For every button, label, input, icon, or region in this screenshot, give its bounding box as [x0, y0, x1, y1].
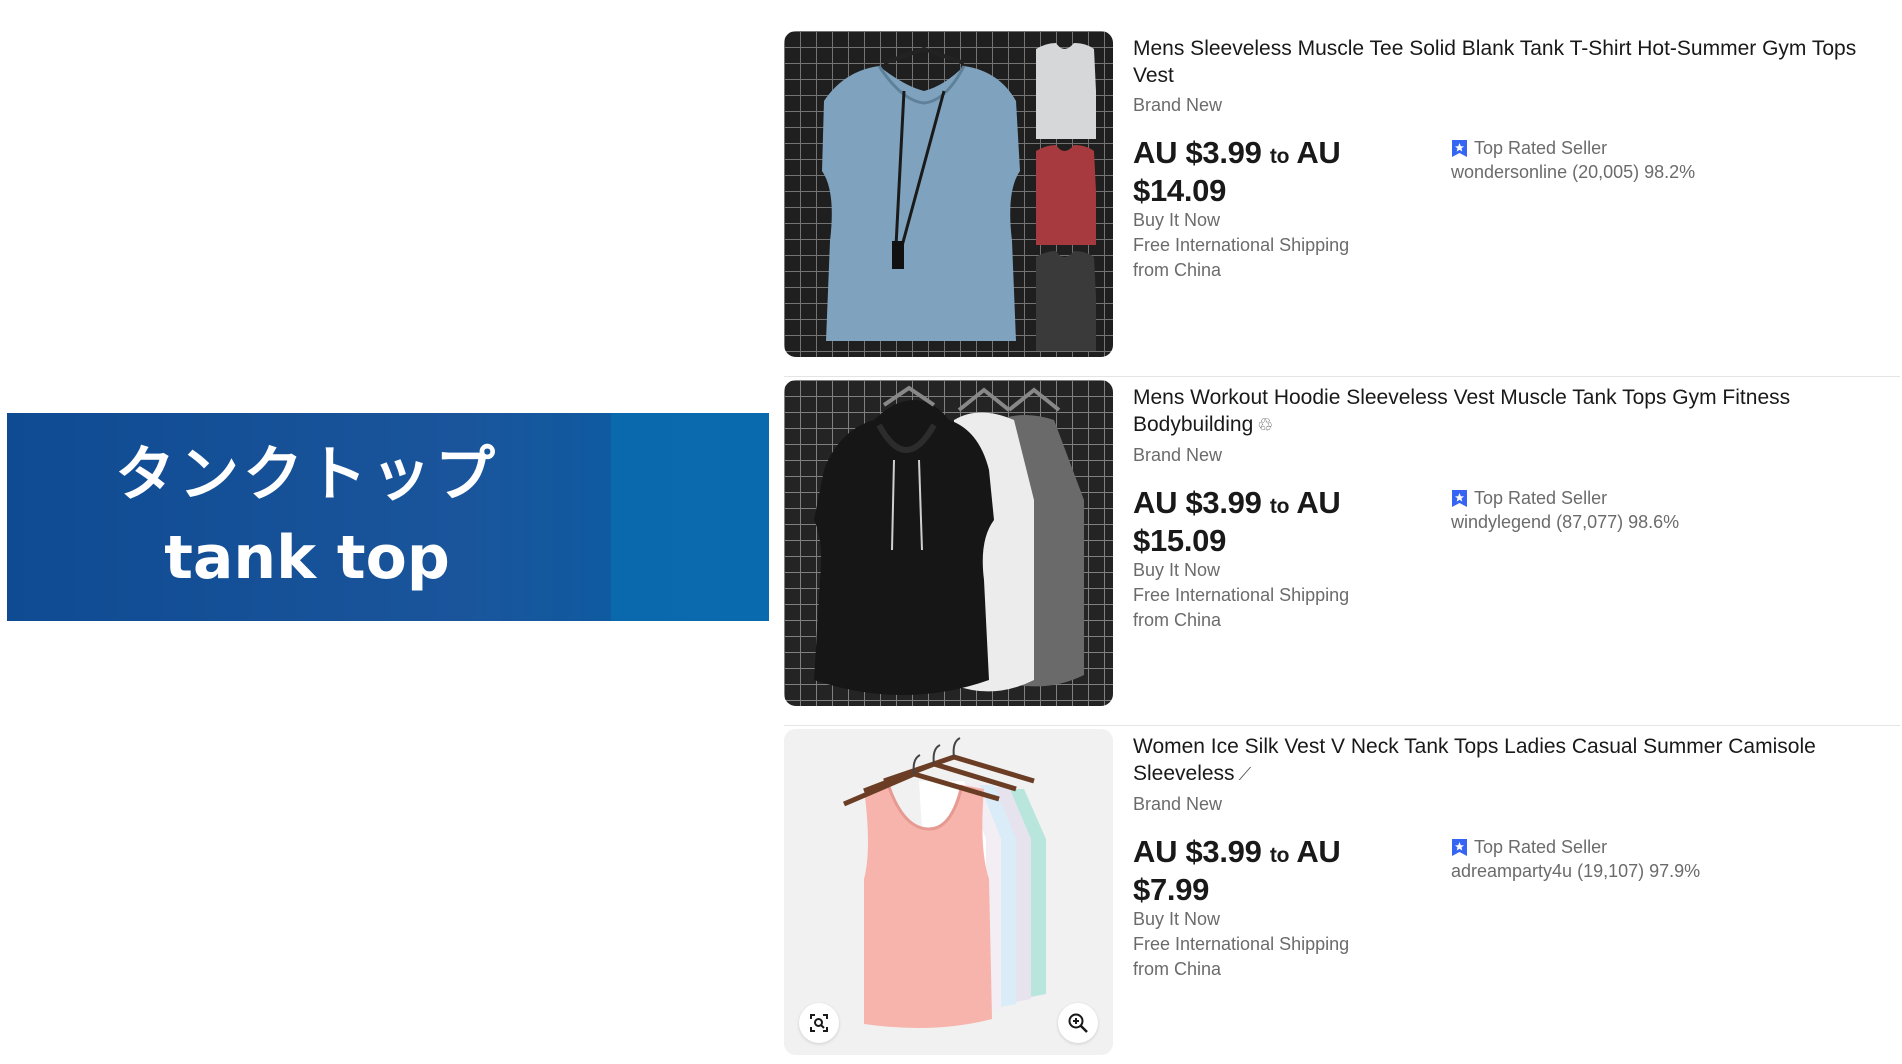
banner-english-text: tank top — [164, 523, 450, 593]
listing-info: Mens Sleeveless Muscle Tee Solid Blank T… — [1133, 31, 1898, 283]
seller-name-rating[interactable]: adreamparty4u (19,107) 97.9% — [1451, 859, 1871, 883]
top-rated-seller-badge: Top Rated Seller — [1451, 136, 1871, 160]
listing-item: Mens Workout Hoodie Sleeveless Vest Musc… — [784, 380, 1900, 726]
price-to: $7.99 — [1133, 872, 1210, 907]
listing-item: Women Ice Silk Vest V Neck Tank Tops Lad… — [784, 729, 1900, 1064]
purchase-format: Buy It Now — [1133, 210, 1221, 230]
price-to: $15.09 — [1133, 523, 1227, 558]
listing-item: Mens Sleeveless Muscle Tee Solid Blank T… — [784, 31, 1900, 377]
top-rated-seller-badge: Top Rated Seller — [1451, 835, 1871, 859]
price-to-prefix: AU — [1296, 834, 1341, 869]
price-to-prefix: AU — [1296, 135, 1341, 170]
seller-name-rating[interactable]: wondersonline (20,005) 98.2% — [1451, 160, 1871, 184]
listing-condition: Brand New — [1133, 95, 1223, 115]
product-image[interactable] — [784, 380, 1113, 706]
top-rated-seller-icon — [1451, 838, 1468, 857]
product-photo-hoodie-tanks — [784, 380, 1113, 706]
shipping-info: Free International Shipping — [1133, 235, 1350, 255]
listing-price: AU $3.99 to AU $7.99 — [1133, 835, 1453, 907]
price-to-word: to — [1269, 844, 1290, 867]
recycle-icon: ♲ — [1257, 415, 1274, 435]
shipping-info: Free International Shipping — [1133, 934, 1350, 954]
top-rated-seller-icon — [1451, 489, 1468, 508]
title-banner: タンクトップ tank top — [7, 413, 769, 621]
item-location: from China — [1133, 260, 1222, 280]
listing-title-text[interactable]: Mens Sleeveless Muscle Tee Solid Blank T… — [1133, 37, 1856, 87]
listing-condition: Brand New — [1133, 794, 1223, 814]
listing-price: AU $3.99 to AU $14.09 — [1133, 136, 1453, 208]
trend-icon: ⟋ — [1238, 764, 1252, 784]
listing-info: Mens Workout Hoodie Sleeveless Vest Musc… — [1133, 380, 1898, 633]
seller-info: Top Rated Seller adreamparty4u (19,107) … — [1451, 835, 1871, 883]
shipping-info: Free International Shipping — [1133, 585, 1350, 605]
purchase-format: Buy It Now — [1133, 909, 1221, 929]
price-from: AU $3.99 — [1133, 834, 1262, 869]
banner-text: タンクトップ tank top — [7, 413, 607, 621]
top-rated-seller-badge: Top Rated Seller — [1451, 486, 1871, 510]
badge-label: Top Rated Seller — [1474, 138, 1608, 158]
price-from: AU $3.99 — [1133, 135, 1262, 170]
zoom-in-icon — [1068, 1013, 1088, 1033]
seller-info: Top Rated Seller windylegend (87,077) 98… — [1451, 486, 1871, 534]
product-image[interactable] — [784, 729, 1113, 1055]
listing-title[interactable]: Women Ice Silk Vest V Neck Tank Tops Lad… — [1133, 733, 1898, 788]
visual-search-icon — [810, 1014, 828, 1032]
listing-title-text[interactable]: Women Ice Silk Vest V Neck Tank Tops Lad… — [1133, 735, 1816, 785]
listing-price: AU $3.99 to AU $15.09 — [1133, 486, 1453, 558]
item-location: from China — [1133, 959, 1222, 979]
badge-label: Top Rated Seller — [1474, 488, 1608, 508]
top-rated-seller-icon — [1451, 139, 1468, 158]
listing-info: Women Ice Silk Vest V Neck Tank Tops Lad… — [1133, 729, 1898, 982]
product-photo-grey-tank — [784, 31, 1113, 357]
listing-condition: Brand New — [1133, 445, 1223, 465]
product-image[interactable] — [784, 31, 1113, 357]
price-to: $14.09 — [1133, 173, 1227, 208]
badge-label: Top Rated Seller — [1474, 837, 1608, 857]
purchase-format: Buy It Now — [1133, 560, 1221, 580]
price-from: AU $3.99 — [1133, 485, 1262, 520]
price-to-word: to — [1269, 495, 1290, 518]
listing-title[interactable]: Mens Sleeveless Muscle Tee Solid Blank T… — [1133, 35, 1898, 89]
zoom-button[interactable] — [1058, 1003, 1098, 1043]
price-to-prefix: AU — [1296, 485, 1341, 520]
price-to-word: to — [1269, 145, 1290, 168]
product-photo-silk-camisoles — [784, 729, 1113, 1055]
item-location: from China — [1133, 610, 1222, 630]
banner-japanese-text: タンクトップ — [115, 440, 499, 510]
visual-search-button[interactable] — [799, 1003, 839, 1043]
seller-info: Top Rated Seller wondersonline (20,005) … — [1451, 136, 1871, 184]
listing-title-text[interactable]: Mens Workout Hoodie Sleeveless Vest Musc… — [1133, 386, 1790, 436]
listing-title[interactable]: Mens Workout Hoodie Sleeveless Vest Musc… — [1133, 384, 1898, 439]
seller-name-rating[interactable]: windylegend (87,077) 98.6% — [1451, 510, 1871, 534]
